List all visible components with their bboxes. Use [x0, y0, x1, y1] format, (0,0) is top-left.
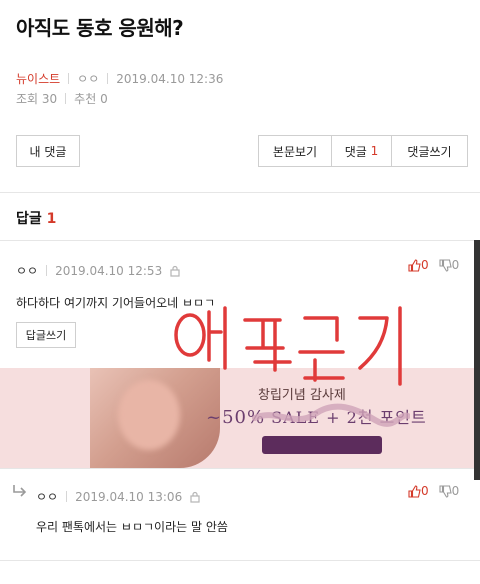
upvote-count: 0 [421, 484, 429, 498]
comment-text: 우리 팬톡에서는 ㅂㅁㄱ이라는 말 안씀 [36, 520, 228, 534]
post-meta: 뉴이스트 ㅇㅇ 2019.04.10 12:36 [16, 70, 223, 87]
ad-cta-bar[interactable] [262, 436, 382, 454]
divider [107, 73, 109, 84]
comment-datetime: 2019.04.10 13:06 [75, 489, 183, 504]
reply-arrow-icon [13, 485, 27, 497]
divider [0, 468, 480, 469]
view-post-button[interactable]: 본문보기 [259, 136, 331, 166]
comment-meta: ㅇㅇ 2019.04.10 12:53 [16, 262, 180, 279]
downvote-count: 0 [451, 484, 460, 498]
lock-icon[interactable] [190, 491, 200, 503]
replies-header: 답글 1 [16, 208, 56, 228]
thumbs-down-icon [439, 258, 452, 272]
comment-text: 하다하다 여기까지 기어들어오네 ㅂㅁㄱ [16, 296, 216, 310]
scrollbar[interactable] [474, 240, 480, 480]
divider [0, 560, 480, 561]
divider [66, 491, 68, 502]
comments-label: 댓글 [344, 144, 367, 159]
replies-label: 답글 [16, 211, 42, 227]
replies-count: 1 [46, 211, 57, 227]
downvote-button[interactable]: 0 [439, 484, 460, 498]
post-views: 조회 30 [16, 92, 58, 106]
divider [46, 265, 48, 276]
divider [68, 73, 70, 84]
comment-controls: 본문보기 댓글 1 댓글쓰기 [258, 135, 468, 167]
comment-datetime: 2019.04.10 12:53 [55, 263, 163, 278]
reply-button[interactable]: 답글쓰기 [16, 322, 76, 348]
comments-count: 1 [370, 144, 379, 158]
comments-button[interactable]: 댓글 1 [331, 136, 391, 166]
comment-votes: 0 0 [408, 484, 459, 498]
post-stats: 조회 30 추천 0 [16, 90, 108, 107]
downvote-button[interactable]: 0 [439, 258, 460, 272]
write-comment-button[interactable]: 댓글쓰기 [391, 136, 467, 166]
upvote-button[interactable]: 0 [408, 258, 429, 272]
my-comments-button[interactable]: 내 댓글 [16, 135, 80, 167]
comment-votes: 0 0 [408, 258, 459, 272]
comment-meta: ㅇㅇ 2019.04.10 13:06 [36, 488, 200, 505]
thumbs-up-icon [408, 258, 421, 272]
redaction-scribble [252, 403, 410, 427]
post-author: ㅇㅇ [77, 72, 100, 86]
post-recommends: 추천 0 [74, 92, 108, 106]
downvote-count: 0 [451, 258, 460, 272]
divider [0, 240, 480, 241]
upvote-count: 0 [421, 258, 429, 272]
divider [0, 192, 480, 193]
comment-author: ㅇㅇ [36, 490, 59, 504]
comment-author: ㅇㅇ [16, 264, 39, 278]
post-title: 아직도 동호 응원해? [16, 16, 184, 40]
thumbs-down-icon [439, 484, 452, 498]
divider [65, 93, 67, 104]
thumbs-up-icon [408, 484, 421, 498]
post-category[interactable]: 뉴이스트 [16, 70, 60, 87]
upvote-button[interactable]: 0 [408, 484, 429, 498]
blurred-face [118, 380, 180, 450]
lock-icon[interactable] [170, 265, 180, 277]
post-datetime: 2019.04.10 12:36 [116, 71, 224, 86]
